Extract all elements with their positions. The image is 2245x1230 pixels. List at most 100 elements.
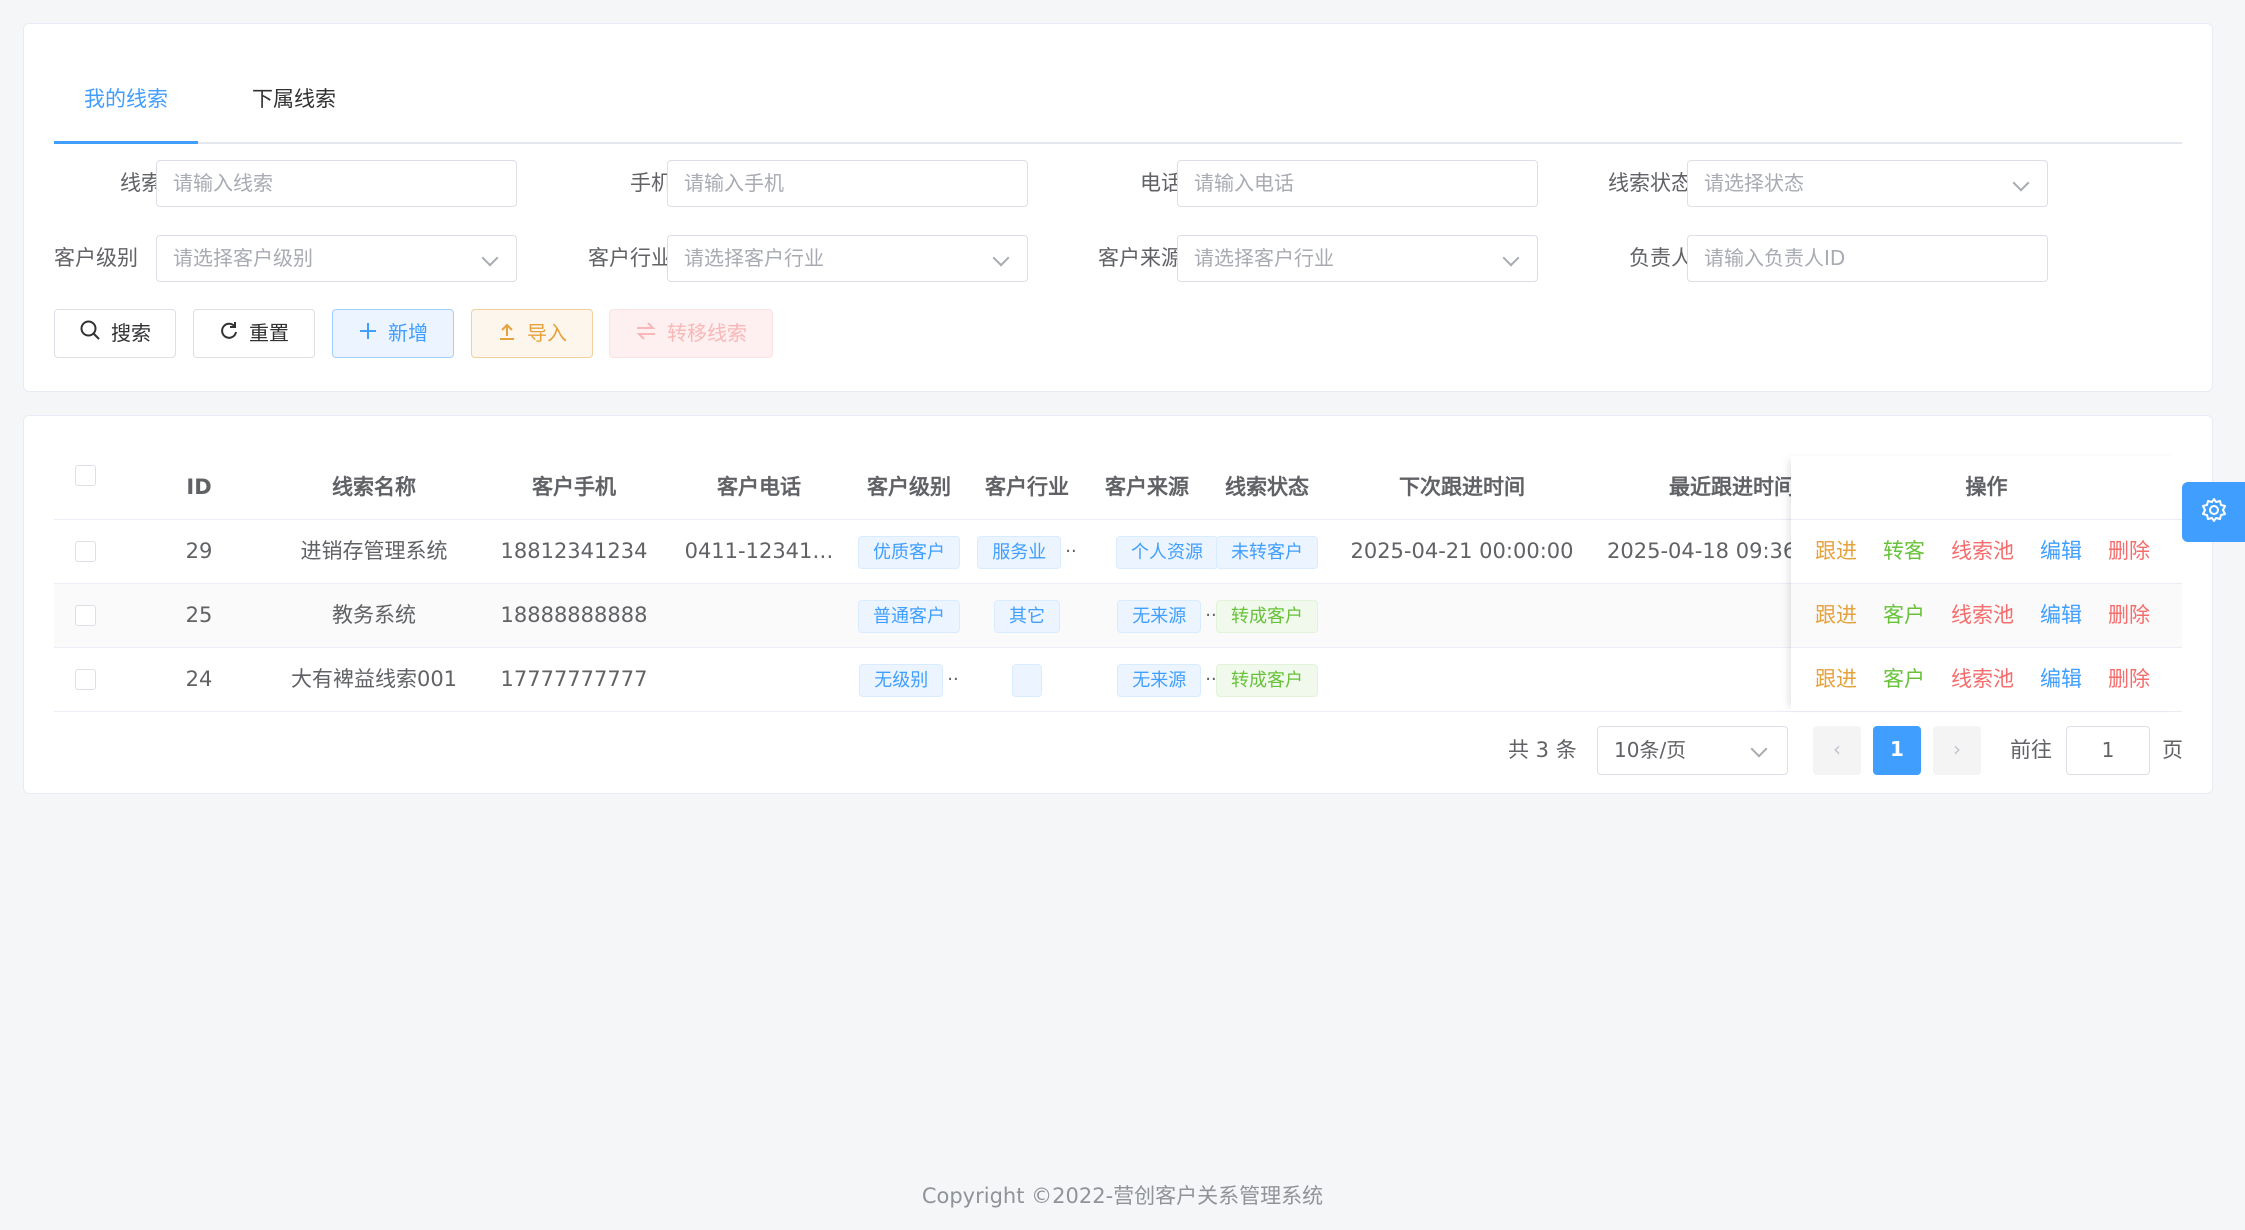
clue-pool-link[interactable]: 线索池 — [1951, 520, 2014, 583]
tab-my-clues[interactable]: 我的线索 — [84, 24, 168, 144]
page-suffix: 页 — [2162, 738, 2183, 762]
level-tag: 无级别 — [859, 663, 944, 697]
owner-label: 负责人 — [1629, 246, 1692, 270]
status-tag: 未转客户 — [1216, 535, 1318, 569]
industry-select[interactable]: 请选择客户行业 — [667, 235, 1028, 282]
industry-tag — [1012, 663, 1042, 697]
cell-last-follow — [1607, 648, 1791, 711]
reset-button-label: 重置 — [249, 321, 289, 345]
follow-up-link[interactable]: 跟进 — [1815, 584, 1857, 647]
col-header-source: 客户来源 — [1105, 475, 1189, 499]
cell-industry: 其它 — [967, 584, 1087, 647]
filter-panel: 我的线索 下属线索 线索 请输入线索 手机 请输入手机 电话 请输入电话 线索状… — [23, 23, 2213, 392]
col-header-status: 线索状态 — [1225, 475, 1309, 499]
page-size-select[interactable]: 10条/页 — [1597, 726, 1788, 775]
transfer-clue-button-label: 转移线索 — [667, 321, 747, 345]
level-select[interactable]: 请选择客户级别 — [156, 235, 517, 282]
import-button-label: 导入 — [527, 321, 567, 345]
tab-subordinate-clues[interactable]: 下属线索 — [252, 24, 336, 144]
cell-mobile: 18812341234 — [500, 539, 648, 563]
status-tag: 转成客户 — [1216, 599, 1318, 633]
reset-button[interactable]: 重置 — [193, 309, 315, 358]
cell-name: 教务系统 — [332, 603, 416, 627]
clue-label: 线索 — [120, 171, 162, 195]
gear-icon — [2201, 497, 2227, 527]
clue-pool-link[interactable]: 线索池 — [1951, 584, 2014, 647]
status-select[interactable]: 请选择状态 — [1687, 160, 2048, 207]
table-row: 29 进销存管理系统 18812341234 0411-12341… 优质客户 … — [54, 520, 2182, 584]
cell-mobile: 18888888888 — [500, 603, 648, 627]
edit-link[interactable]: 编辑 — [2040, 584, 2082, 647]
status-select-placeholder: 请选择状态 — [1704, 171, 1804, 195]
cell-id: 25 — [185, 603, 213, 627]
edit-link[interactable]: 编辑 — [2040, 520, 2082, 583]
transfer-clue-button[interactable]: 转移线索 — [609, 309, 773, 358]
col-header-level: 客户级别 — [867, 475, 951, 499]
edit-link[interactable]: 编辑 — [2040, 648, 2082, 711]
level-tag: 普通客户 — [858, 599, 960, 633]
cell-industry — [967, 648, 1087, 711]
col-header-id: ID — [186, 475, 212, 499]
chevron-down-icon — [992, 249, 1010, 267]
phone-input[interactable]: 请输入电话 — [1177, 160, 1538, 207]
col-header-phone: 客户电话 — [717, 475, 801, 499]
cell-last-follow: 2025-04-18 09:36:4 — [1607, 539, 1791, 563]
search-button[interactable]: 搜索 — [54, 309, 176, 358]
settings-button[interactable] — [2182, 482, 2245, 542]
active-tab-indicator — [54, 141, 198, 144]
upload-icon — [497, 311, 517, 358]
col-header-next-follow: 下次跟进时间 — [1399, 475, 1525, 499]
cell-phone: 0411-12341… — [684, 539, 834, 563]
page-number-button[interactable]: 1 — [1873, 726, 1921, 775]
source-select-placeholder: 请选择客户行业 — [1194, 246, 1334, 270]
clue-input[interactable]: 请输入线索 — [156, 160, 517, 207]
row-checkbox[interactable] — [75, 669, 96, 690]
cell-level: 优质客户 — [844, 520, 974, 583]
clue-pool-link[interactable]: 线索池 — [1951, 648, 2014, 711]
table-row: 25 教务系统 18888888888 普通客户 其它 无来源 ·· 转成客户 跟… — [54, 584, 2182, 648]
overflow-ellipsis: ·· — [947, 669, 959, 690]
level-tag: 优质客户 — [858, 535, 960, 569]
view-customer-link[interactable]: 客户 — [1883, 584, 1925, 647]
prev-page-button[interactable]: ‹ — [1813, 726, 1861, 775]
copyright-footer: Copyright ©2022-营创客户关系管理系统 — [921, 1184, 1324, 1208]
add-button[interactable]: 新增 — [332, 309, 454, 358]
cell-status: 转成客户 — [1207, 584, 1327, 647]
cell-next-follow — [1327, 648, 1597, 711]
delete-link[interactable]: 删除 — [2108, 520, 2150, 583]
row-checkbox[interactable] — [75, 541, 96, 562]
col-header-actions: 操作 — [1791, 456, 2182, 519]
next-page-button[interactable]: › — [1933, 726, 1981, 775]
search-icon — [79, 311, 101, 358]
select-all-checkbox[interactable] — [75, 465, 96, 486]
phone-label: 电话 — [1140, 171, 1182, 195]
row-checkbox[interactable] — [75, 605, 96, 626]
overflow-ellipsis: ·· — [1065, 541, 1077, 562]
convert-customer-link[interactable]: 转客 — [1883, 520, 1925, 583]
table-row: 24 大有裨益线索001 17777777777 无级别 ·· 无来源 ·· 转成客… — [54, 648, 2182, 712]
delete-link[interactable]: 删除 — [2108, 584, 2150, 647]
owner-input[interactable]: 请输入负责人ID — [1687, 235, 2048, 282]
mobile-input[interactable]: 请输入手机 — [667, 160, 1028, 207]
view-customer-link[interactable]: 客户 — [1883, 648, 1925, 711]
goto-page-input[interactable]: 1 — [2066, 726, 2150, 775]
chevron-down-icon — [2012, 174, 2030, 192]
industry-label: 客户行业 — [588, 246, 672, 270]
level-select-placeholder: 请选择客户级别 — [173, 246, 313, 270]
table-panel: ID 线索名称 客户手机 客户电话 客户级别 客户行业 客户来源 线索状态 下次… — [23, 415, 2213, 794]
cell-status: 转成客户 — [1207, 648, 1327, 711]
follow-up-link[interactable]: 跟进 — [1815, 520, 1857, 583]
follow-up-link[interactable]: 跟进 — [1815, 648, 1857, 711]
chevron-down-icon — [1750, 740, 1768, 758]
cell-level: 普通客户 — [844, 584, 974, 647]
industry-tag: 其它 — [994, 599, 1060, 633]
tab-bar: 我的线索 下属线索 — [54, 24, 2182, 144]
delete-link[interactable]: 删除 — [2108, 648, 2150, 711]
col-header-industry: 客户行业 — [985, 475, 1069, 499]
plus-icon — [358, 311, 378, 358]
source-tag: 个人资源 — [1116, 535, 1218, 569]
cell-actions: 跟进 转客 线索池 编辑 删除 — [1791, 520, 2182, 583]
source-select[interactable]: 请选择客户行业 — [1177, 235, 1538, 282]
import-button[interactable]: 导入 — [471, 309, 593, 358]
search-button-label: 搜索 — [111, 321, 151, 345]
